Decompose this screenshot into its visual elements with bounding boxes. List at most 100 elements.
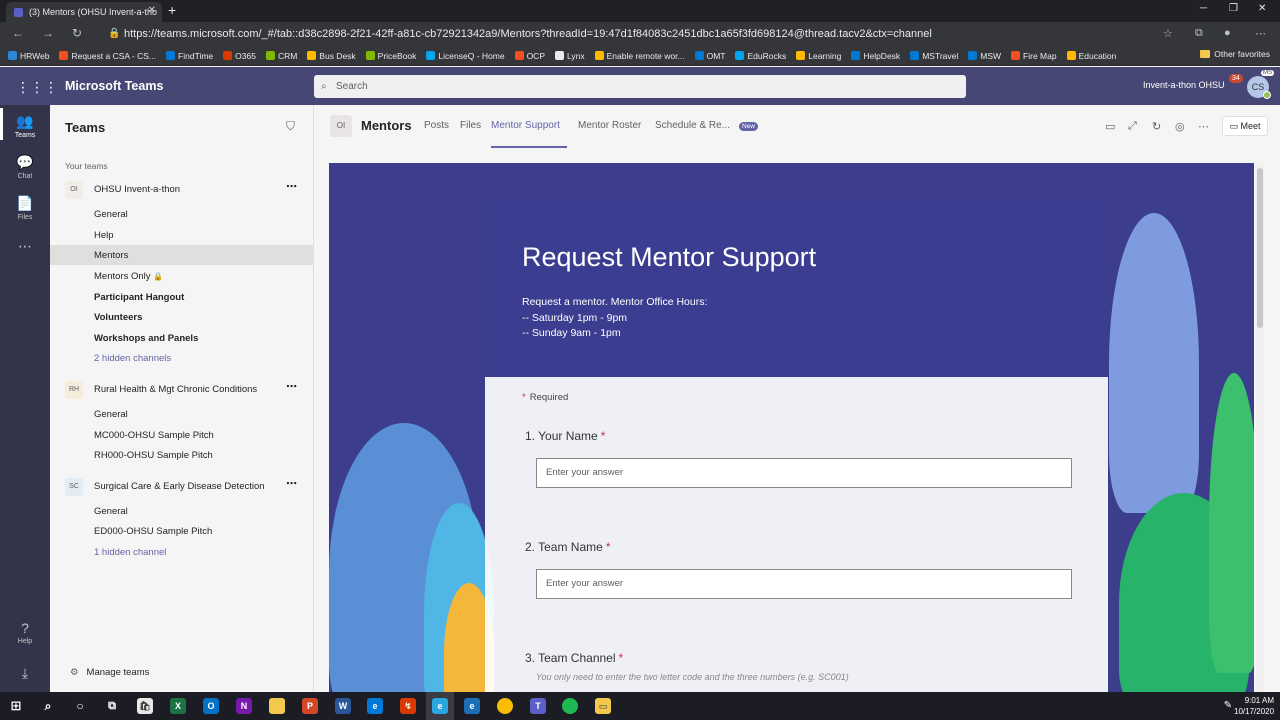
expand-icon[interactable]: ⤢ (1128, 120, 1137, 133)
scrollbar-thumb[interactable] (1257, 168, 1263, 328)
edge-dev-icon[interactable]: e (464, 698, 480, 714)
browser-tab[interactable]: (3) Mentors (OHSU Invent-a-tho ✕ (6, 2, 162, 22)
tab-posts[interactable]: Posts (424, 120, 449, 131)
team-surgical-care[interactable]: SC Surgical Care & Early Disease Detecti… (50, 478, 314, 500)
meet-button[interactable]: ▭ Meet (1222, 116, 1268, 136)
more-options-icon[interactable]: ⋯ (1198, 120, 1209, 133)
profile-icon[interactable]: ● (1224, 27, 1231, 39)
bookmark[interactable]: FindTime (166, 51, 213, 61)
tab-schedule[interactable]: Schedule & Re... (655, 120, 730, 131)
tab-mentor-roster[interactable]: Mentor Roster (578, 120, 641, 131)
bookmark[interactable]: HRWeb (8, 51, 49, 61)
tab-files[interactable]: Files (460, 120, 481, 131)
search-icon[interactable]: ⌕ (40, 698, 56, 714)
channel-help[interactable]: Help (94, 230, 114, 241)
channel-volunteers[interactable]: Volunteers (94, 312, 142, 323)
powerpoint-icon[interactable]: P (302, 698, 318, 714)
more-options-icon[interactable]: ⋯ (286, 477, 297, 490)
restore-icon[interactable]: ❐ (1229, 3, 1238, 14)
rail-download[interactable]: ⤓ (0, 665, 50, 684)
more-options-icon[interactable]: ⋯ (286, 180, 297, 193)
bookmark[interactable]: CRM (265, 51, 297, 61)
windows-start-icon[interactable]: ⊞ (8, 698, 24, 714)
channel-ed000[interactable]: ED000-OHSU Sample Pitch (94, 526, 212, 537)
address-bar[interactable]: 🔒 https://teams.microsoft.com/_#/tab::d3… (108, 25, 1178, 43)
forward-icon[interactable]: → (42, 26, 54, 40)
word-icon[interactable]: W (335, 698, 351, 714)
bookmark[interactable]: Education (1066, 51, 1116, 61)
bookmark[interactable]: Fire Map (1011, 51, 1057, 61)
edge-icon[interactable]: e (367, 698, 383, 714)
channel-mentors[interactable]: Mentors (94, 250, 128, 261)
rail-chat[interactable]: 💬 Chat (0, 154, 50, 180)
close-window-icon[interactable]: ✕ (1258, 3, 1266, 14)
file-explorer-icon[interactable] (269, 698, 285, 714)
bookmark[interactable]: HelpDesk (851, 51, 900, 61)
scrollbar[interactable] (1256, 163, 1264, 692)
bookmark[interactable]: MSTravel (910, 51, 958, 61)
channel-participant-hangout[interactable]: Participant Hangout (94, 292, 184, 303)
bookmark[interactable]: Request a CSA - CS... (59, 51, 156, 61)
bookmark[interactable]: EduRocks (735, 51, 786, 61)
channel-mentors-only[interactable]: Mentors Only 🔒 (94, 271, 163, 282)
bookmark[interactable]: OMT (694, 51, 725, 61)
favorite-star-icon[interactable]: ☆ (1163, 27, 1173, 40)
team-ohsu-invent-a-thon[interactable]: OI OHSU Invent-a-thon ⋯ (50, 181, 314, 203)
sticky-notes-icon[interactable]: ▭ (595, 698, 611, 714)
bookmark[interactable]: Bus Desk (307, 51, 356, 61)
rail-teams[interactable]: 👥 Teams (0, 113, 50, 139)
close-tab-icon[interactable]: ✕ (148, 5, 156, 16)
excel-icon[interactable]: X (170, 698, 186, 714)
teams-icon[interactable]: T (530, 698, 546, 714)
bookmark[interactable]: Learning (796, 51, 841, 61)
refresh-icon[interactable]: ↻ (1152, 120, 1161, 133)
bookmark[interactable]: PriceBook (365, 51, 416, 61)
chrome-icon[interactable] (497, 698, 513, 714)
collections-icon[interactable]: ⧉ (1195, 27, 1203, 40)
search-input[interactable]: ⌕ Search (314, 75, 966, 98)
bookmark[interactable]: OCP (514, 51, 545, 61)
filter-icon[interactable]: ⛉ (286, 119, 295, 134)
rail-files[interactable]: 📄 Files (0, 195, 50, 221)
outlook-icon[interactable]: O (203, 698, 219, 714)
bookmark[interactable]: Enable remote wor... (594, 51, 685, 61)
conversation-icon[interactable]: ▭ (1105, 120, 1115, 133)
manage-teams-button[interactable]: ⚙ Manage teams (70, 667, 149, 678)
bookmark[interactable]: O365 (223, 51, 256, 61)
minimize-icon[interactable]: ─ (1200, 3, 1207, 14)
hidden-channels-link[interactable]: 1 hidden channel (94, 547, 166, 558)
system-clock[interactable]: 9:01 AM 10/17/2020 (1234, 695, 1274, 717)
onenote-icon[interactable]: N (236, 698, 252, 714)
rail-more[interactable]: ⋯ (0, 238, 50, 257)
cortana-icon[interactable]: ○ (72, 698, 88, 714)
other-favorites[interactable]: Other favorites (1200, 49, 1270, 59)
hidden-channels-link[interactable]: 2 hidden channels (94, 353, 171, 364)
channel-general[interactable]: General (94, 506, 128, 517)
store-icon[interactable]: 🛍 (137, 698, 153, 714)
edge-chromium-icon[interactable]: e (432, 698, 448, 714)
channel-mc000[interactable]: MC000-OHSU Sample Pitch (94, 430, 214, 441)
browser-menu-icon[interactable]: ⋯ (1255, 27, 1266, 40)
team-name-input[interactable]: Enter your answer (536, 569, 1072, 599)
new-tab-icon[interactable]: + (168, 2, 176, 18)
back-icon[interactable]: ← (12, 26, 24, 40)
rail-help[interactable]: ? Help (0, 620, 50, 645)
channel-general[interactable]: General (94, 409, 128, 420)
avatar[interactable]: CS (1247, 76, 1271, 99)
bookmark[interactable]: LicenseQ - Home (426, 51, 505, 61)
globe-icon[interactable]: ◎ (1175, 120, 1185, 133)
spotify-icon[interactable] (562, 698, 578, 714)
your-name-input[interactable]: Enter your answer (536, 458, 1072, 488)
app-icon[interactable]: ↯ (400, 698, 416, 714)
app-launcher-icon[interactable]: ⋮⋮⋮ (16, 79, 58, 96)
channel-general[interactable]: General (94, 209, 128, 220)
reload-icon[interactable]: ↻ (72, 26, 82, 40)
team-rural-health[interactable]: RH Rural Health & Mgt Chronic Conditions… (50, 381, 314, 403)
more-options-icon[interactable]: ⋯ (286, 380, 297, 393)
tab-mentor-support[interactable]: Mentor Support (491, 120, 560, 131)
bookmark[interactable]: Lynx (554, 51, 585, 61)
org-switcher[interactable]: Invent-a-thon OHSU (1143, 80, 1225, 90)
channel-workshops-and-panels[interactable]: Workshops and Panels (94, 333, 198, 344)
task-view-icon[interactable]: ⧉ (104, 698, 120, 714)
bookmark[interactable]: MSW (968, 51, 1001, 61)
